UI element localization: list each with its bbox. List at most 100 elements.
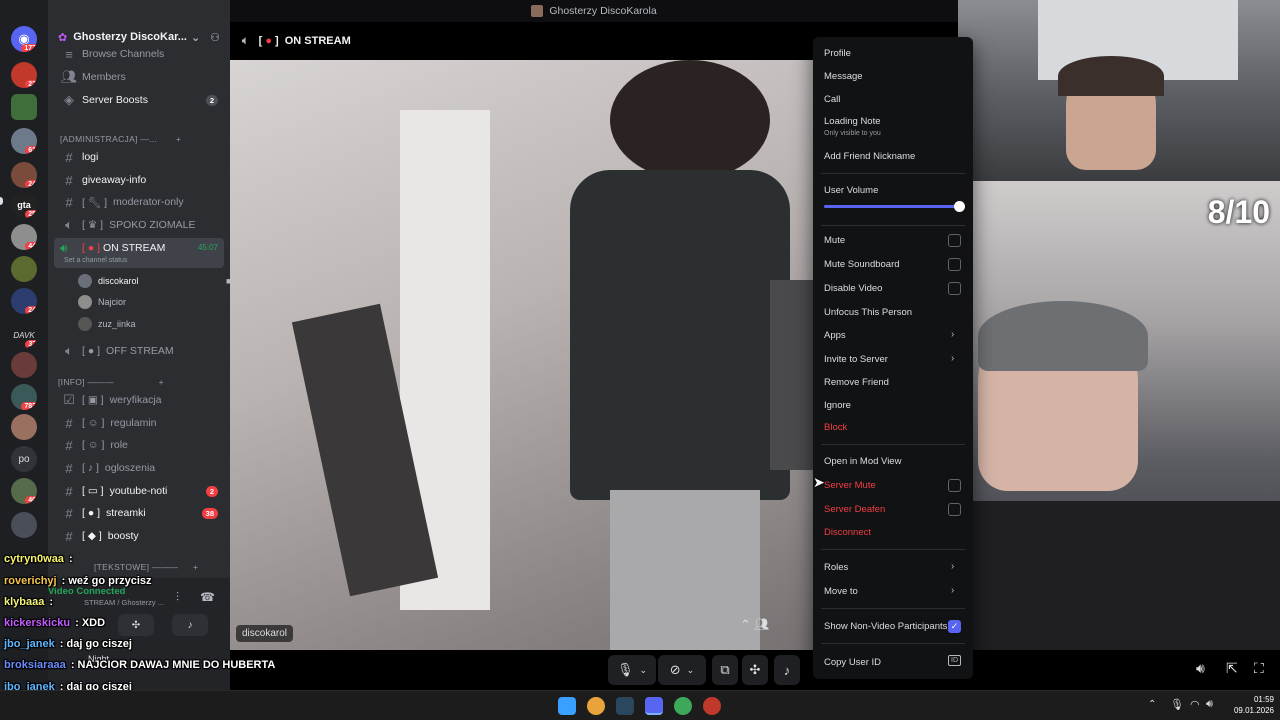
menu-profile[interactable]: Profile [824,48,851,59]
channel-moderator-only[interactable]: # [ 🔧︎ ] moderator-only [54,192,224,212]
soundboard-button[interactable]: ♪ [774,655,800,685]
fullscreen-icon[interactable]: ⛶ [1254,660,1264,677]
chevron-up-icon[interactable]: ⌃ [740,617,751,633]
tray-chevron-icon[interactable]: ⌃ [1148,699,1156,710]
menu-disconnect[interactable]: Disconnect [824,527,871,538]
discord-home-icon[interactable]: ◉ 177 [11,26,37,52]
plus-icon[interactable]: + [176,134,181,144]
category-info[interactable]: [INFO] ——— + [58,377,164,387]
server-icon[interactable]: 61 [11,128,37,154]
second-video-stream[interactable] [958,181,1280,650]
server-icon[interactable]: 24 [11,288,37,314]
soundboard-button[interactable]: ♪ [172,614,208,636]
menu-add-nickname[interactable]: Add Friend Nickname [824,151,915,162]
show-non-video-checkbox[interactable]: ✓ [948,620,961,633]
mute-soundboard-checkbox[interactable] [948,258,961,271]
channel-on-stream[interactable]: 🔊︎ [ ● ] ON STREAM 45:07 Set a channel s… [54,238,224,268]
channel-youtube-noti[interactable]: # [ ▭ ] youtube-noti 2 [54,481,224,501]
invite-people-icon[interactable]: ⚇ [210,31,220,44]
server-icon[interactable]: 40 [11,478,37,504]
channel-status[interactable]: Set a channel status [64,257,127,264]
menu-disable-video[interactable]: Disable Video [824,283,882,294]
server-icon[interactable]: po [11,446,37,472]
channel-ogloszenia[interactable]: # [ ♪ ] ogloszenia [54,458,224,478]
activities-button[interactable]: ✣ [118,614,154,636]
discord-icon[interactable] [645,697,663,715]
start-icon[interactable] [558,697,576,715]
voice-user[interactable]: zuz_iinka [78,314,136,334]
menu-show-non-video[interactable]: Show Non-Video Participants [824,621,947,632]
server-boosts-item[interactable]: ◈ Server Boosts 2 [54,90,224,110]
menu-invite[interactable]: Invite to Server [824,354,888,365]
menu-mute[interactable]: Mute [824,235,845,246]
menu-server-deafen[interactable]: Server Deafen [824,504,885,515]
menu-copy-user-id[interactable]: Copy User ID [824,657,881,668]
volume-slider[interactable] [824,201,965,212]
server-icon[interactable] [11,352,37,378]
server-icon[interactable]: 783 [11,384,37,410]
plus-icon[interactable]: + [159,377,164,387]
microphone-tray-icon[interactable]: 🎙︎ [1170,698,1184,711]
voice-user[interactable]: Najcior [78,292,126,312]
category-admin[interactable]: [ADMINISTRACJA] —... + [60,134,181,144]
server-icon[interactable]: 22 [11,62,37,88]
activities-button[interactable]: ✣ [742,655,768,685]
channel-weryfikacja[interactable]: ☑ [ ▣ ] weryfikacja [54,390,224,410]
server-icon[interactable] [11,256,37,282]
volume-knob[interactable] [954,201,965,212]
server-deafen-checkbox[interactable] [948,503,961,516]
members-item[interactable]: 👥︎ Members [54,67,224,87]
menu-note[interactable]: Loading Note [824,116,881,127]
server-icon[interactable]: 24 [11,162,37,188]
speaker-tray-icon[interactable]: 🔊︎ [1206,698,1213,711]
noise-suppression-icon[interactable]: ⫶ [176,590,179,605]
xbox-icon[interactable] [674,697,692,715]
app-icon[interactable] [703,697,721,715]
microphone-button[interactable]: 🎙︎ ⌄ [608,655,656,685]
menu-server-mute[interactable]: Server Mute [824,480,876,491]
browse-channels[interactable]: ≡ Browse Channels [54,46,224,62]
camera-button[interactable]: ⊘ ⌄ [658,655,706,685]
menu-message[interactable]: Message [824,71,863,82]
menu-mod-view[interactable]: Open in Mod View [824,456,901,467]
server-icon[interactable] [11,94,37,120]
server-icon[interactable]: DAVK 37 [11,322,37,348]
menu-remove-friend[interactable]: Remove Friend [824,377,889,388]
menu-unfocus[interactable]: Unfocus This Person [824,307,912,318]
server-icon[interactable]: gta 25 [11,192,37,218]
server-icon[interactable] [11,414,37,440]
channel-role[interactable]: # [ ☺ ] role [54,435,224,455]
server-icon[interactable]: 44 [11,224,37,250]
menu-block[interactable]: Block [824,422,847,433]
disconnect-icon[interactable]: ☎ [200,590,215,604]
menu-apps[interactable]: Apps [824,330,846,341]
steam-icon[interactable] [616,697,634,715]
wifi-icon[interactable]: ◠ [1190,698,1200,711]
menu-mute-soundboard[interactable]: Mute Soundboard [824,259,900,270]
channel-logi[interactable]: # logi [54,147,224,167]
plus-icon[interactable]: + [193,562,198,572]
share-screen-button[interactable]: ⧉ [712,655,738,685]
menu-ignore[interactable]: Ignore [824,400,851,411]
server-icon[interactable] [11,512,37,538]
menu-move-to[interactable]: Move to [824,586,858,597]
popout-icon[interactable]: ⇱ [1226,660,1238,677]
menu-roles[interactable]: Roles [824,562,848,573]
channel-spoko-ziomale[interactable]: 🔈︎ [ ♛ ] SPOKO ZIOMALE [54,215,224,235]
voice-user[interactable]: discokarol ■ [78,271,230,291]
participants-icon[interactable]: 👥︎ [754,617,769,631]
disable-video-checkbox[interactable] [948,282,961,295]
server-mute-checkbox[interactable] [948,479,961,492]
channel-off-stream[interactable]: 🔈︎ [ ● ] OFF STREAM [54,341,224,361]
clock[interactable]: 01:59 09.01.2026 [1224,694,1274,716]
channel-streamki[interactable]: # [ ● ] streamki 38 [54,503,224,523]
menu-call[interactable]: Call [824,94,840,105]
chrome-icon[interactable] [587,697,605,715]
category-tekstowe[interactable]: [TEKSTOWE] ——— + [94,562,198,572]
channel-giveaway-info[interactable]: # giveaway-info [54,170,224,190]
channel-regulamin[interactable]: # [ ☺ ] regulamin [54,413,224,433]
mute-checkbox[interactable] [948,234,961,247]
channel-boosty[interactable]: # [ ◆ ] boosty [54,526,224,546]
volume-icon[interactable]: 🔊︎ [1196,660,1205,677]
connected-channel[interactable]: STREAM / Ghosterzy ... [84,598,164,607]
